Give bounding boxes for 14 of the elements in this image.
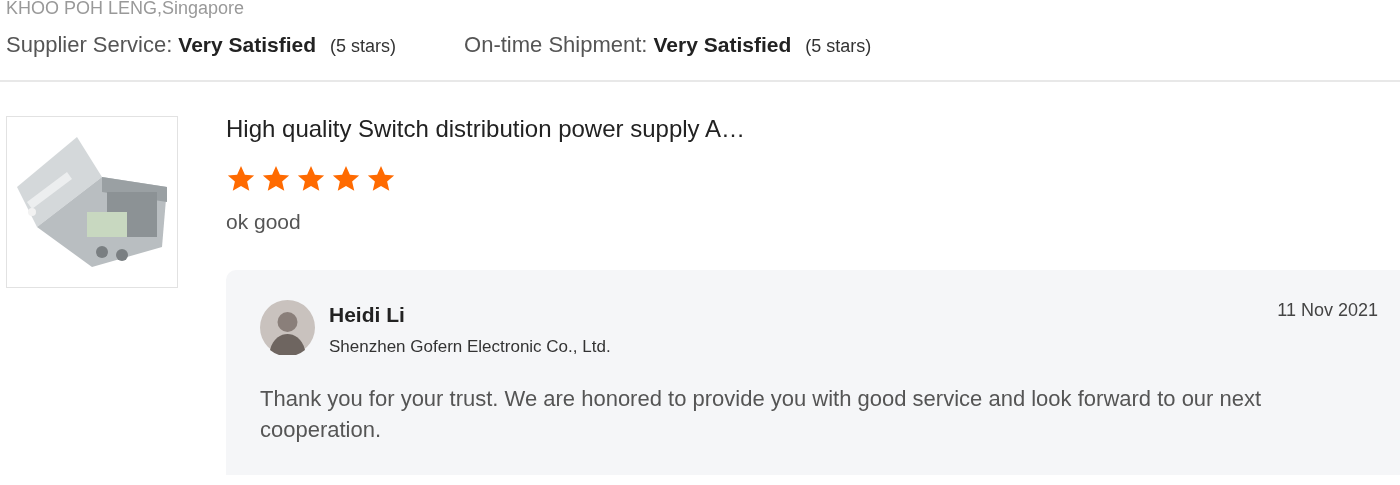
rating-note: (5 stars) [805,36,872,57]
rating-label: Supplier Service: [6,32,173,58]
reply-message: Thank you for your trust. We are honored to provide you with good service and look forward to our next cooperation. [260,385,1263,444]
company-name: Shenzhen Gofern Electronic Co., Ltd. [329,337,612,357]
replier-name: Heidi Li [329,303,406,327]
avatar-icon [260,300,315,355]
reply-date: 11 Nov 2021 [1277,300,1378,321]
review-comment: ok good [226,210,302,234]
rating-note: (5 stars) [330,36,397,57]
product-title[interactable]: High quality Switch distribution power supply A… [226,114,1400,144]
buyer-name: KHOO POH LENG,Singapore [6,0,246,20]
rating-value: Very Satisfied [178,33,317,57]
rating-label: On-time Shipment: [464,32,648,58]
rating-value: Very Satisfied [653,33,792,57]
